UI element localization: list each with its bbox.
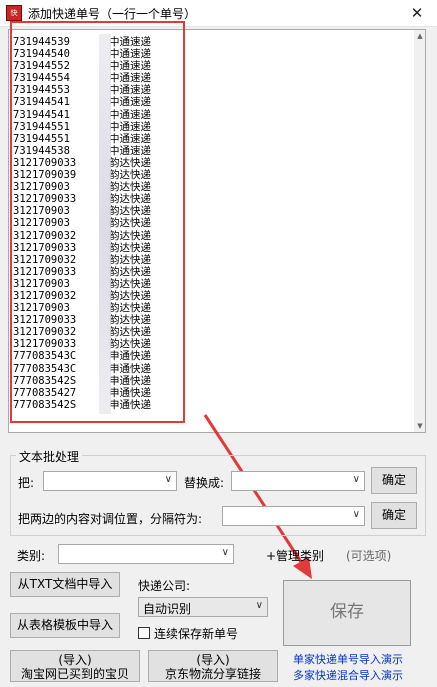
continue-save-label: 连续保存新单号 <box>154 627 239 641</box>
replace-from-label: 把: <box>18 476 35 490</box>
taobao-line1: (导入) <box>58 653 92 667</box>
batch-group-title: 文本批处理 <box>16 448 83 465</box>
replace-from-combo[interactable]: ∨ <box>43 471 177 491</box>
chevron-down-icon: ∨ <box>221 547 229 558</box>
chevron-down-icon: ∨ <box>164 474 172 485</box>
import-template-button[interactable]: 从表格模板中导入 <box>10 613 120 638</box>
jd-line1: (导入) <box>196 653 230 667</box>
chevron-down-icon: ∨ <box>255 600 263 611</box>
chevron-down-icon: ∨ <box>352 474 360 485</box>
chevron-down-icon: ∨ <box>352 509 360 520</box>
save-button[interactable]: 保存 <box>283 580 411 646</box>
import-taobao-button[interactable]: (导入) 淘宝网已买到的宝贝 <box>10 650 140 682</box>
category-combo[interactable]: ∨ <box>58 544 234 564</box>
courier-select[interactable]: 自动识别 ∨ <box>138 597 268 617</box>
jd-line2: 京东物流分享链接 <box>164 667 261 681</box>
continue-save-checkbox[interactable] <box>138 627 150 639</box>
separator-combo[interactable]: ∨ <box>222 506 365 526</box>
taobao-line2: 淘宝网已买到的宝贝 <box>20 667 129 681</box>
multi-courier-demo-link[interactable]: 多家快递混合导入演示 <box>293 667 403 683</box>
courier-selected-value: 自动识别 <box>143 602 192 616</box>
category-label: 类别: <box>17 549 46 563</box>
optional-hint: (可选项) <box>346 549 392 563</box>
courier-label: 快递公司: <box>138 579 191 593</box>
replace-to-combo[interactable]: ∨ <box>231 471 365 491</box>
swap-confirm-button[interactable]: 确定 <box>371 502 417 529</box>
import-txt-button[interactable]: 从TXT文档中导入 <box>10 572 120 597</box>
single-courier-demo-link[interactable]: 单家快递单号导入演示 <box>293 651 403 667</box>
manage-category-link[interactable]: +管理类别 <box>266 547 324 564</box>
replace-confirm-button[interactable]: 确定 <box>371 467 417 494</box>
replace-to-label: 替换成: <box>184 476 225 490</box>
import-jd-button[interactable]: (导入) 京东物流分享链接 <box>148 650 278 682</box>
swap-label: 把两边的内容对调位置，分隔符为: <box>18 512 203 526</box>
